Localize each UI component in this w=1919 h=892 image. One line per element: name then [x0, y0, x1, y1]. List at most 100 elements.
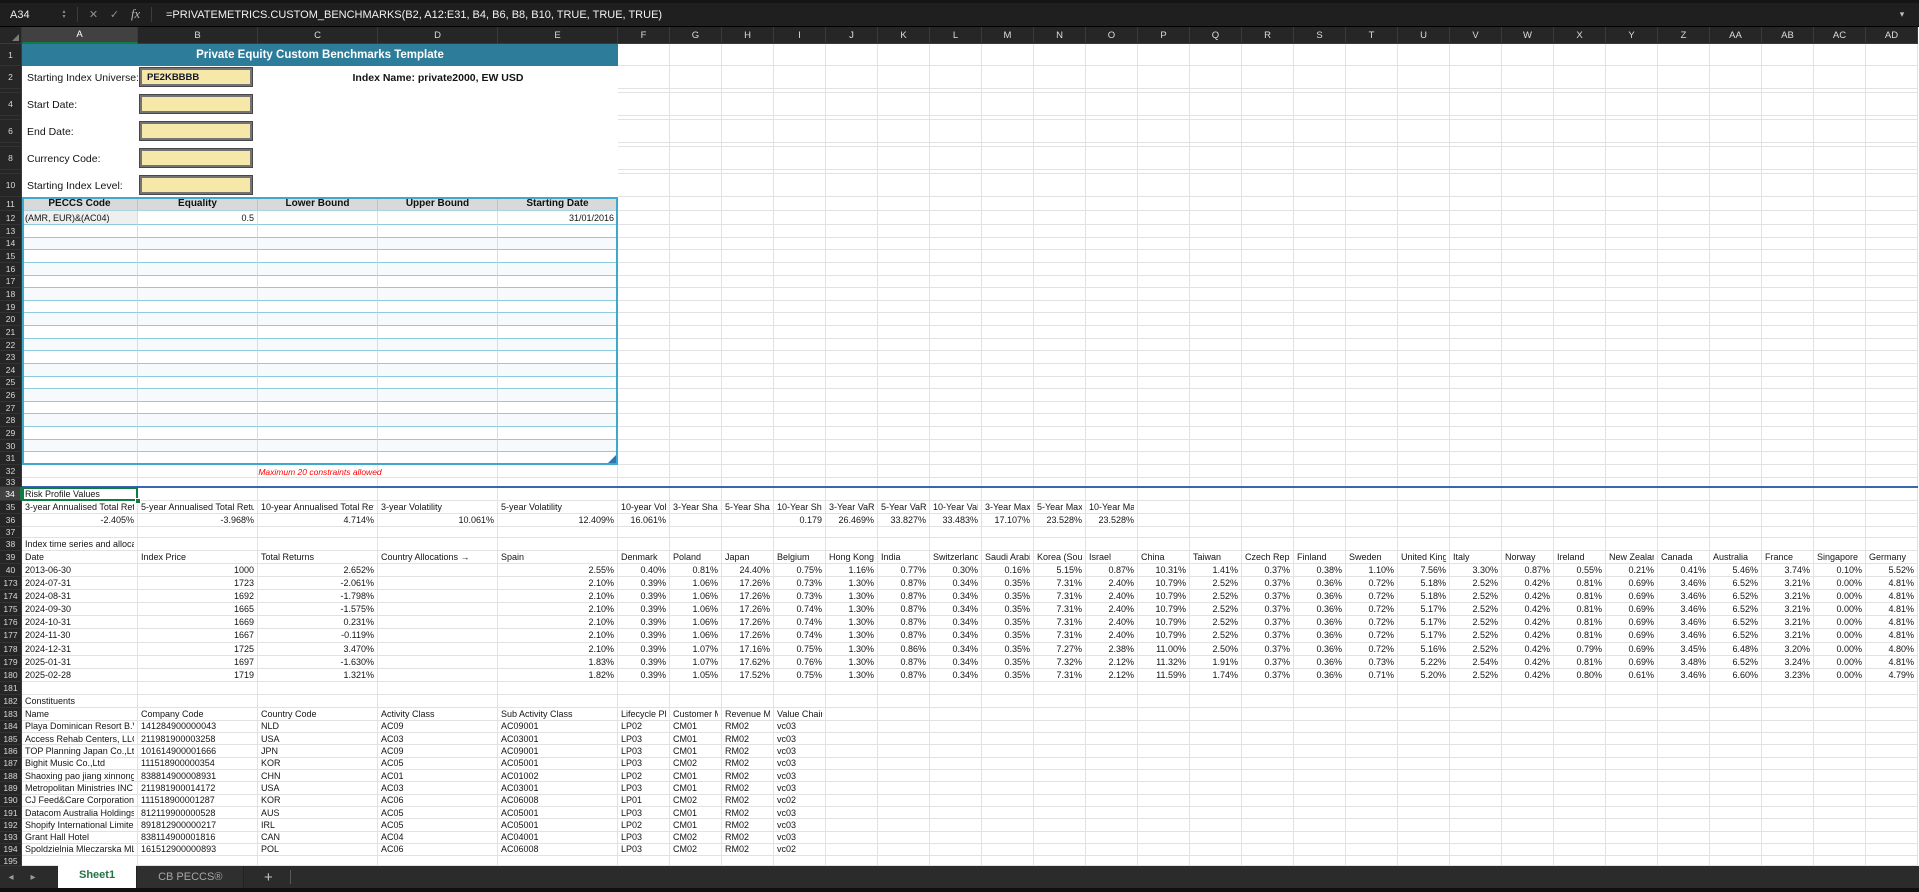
cell[interactable]: [1502, 351, 1554, 364]
cell[interactable]: [826, 487, 878, 501]
cell[interactable]: [826, 66, 878, 89]
ts-allocation-cell[interactable]: 2.40%: [1086, 590, 1138, 603]
row-header-193[interactable]: 193: [0, 832, 22, 844]
cell[interactable]: [1866, 487, 1918, 501]
cell[interactable]: [930, 250, 982, 263]
risk-metric-header[interactable]: 10-Year Max: [1086, 501, 1138, 514]
cell[interactable]: [618, 276, 670, 289]
cell[interactable]: [1190, 487, 1242, 501]
cell[interactable]: [1190, 414, 1242, 427]
cell[interactable]: [1762, 770, 1814, 782]
ts-allocation-cell[interactable]: 0.72%: [1346, 603, 1398, 616]
cell[interactable]: [1710, 250, 1762, 263]
ts-allocation-cell[interactable]: 1.30%: [826, 590, 878, 603]
cell[interactable]: [1606, 487, 1658, 501]
cell[interactable]: [1190, 197, 1242, 211]
cell[interactable]: [1606, 527, 1658, 538]
cell[interactable]: [378, 487, 498, 501]
time-series-header[interactable]: Spain: [498, 551, 618, 564]
cell[interactable]: [1346, 721, 1398, 733]
ts-allocation-cell[interactable]: 0.21%: [1606, 564, 1658, 577]
ts-price-cell[interactable]: 1665: [138, 603, 258, 616]
constituent-cell[interactable]: Shopify International Limited: [22, 819, 138, 831]
cell[interactable]: [1294, 758, 1346, 770]
constituent-column-header[interactable]: Company Code: [138, 708, 258, 721]
cell[interactable]: [1502, 487, 1554, 501]
cell[interactable]: [826, 276, 878, 289]
cell[interactable]: [1658, 301, 1710, 314]
cell[interactable]: [1398, 721, 1450, 733]
constituent-cell[interactable]: LP03: [618, 782, 670, 794]
cell[interactable]: [1554, 745, 1606, 757]
cell[interactable]: [1034, 538, 1086, 551]
row-header-32[interactable]: 32: [0, 465, 22, 478]
cell[interactable]: [1086, 452, 1138, 465]
ts-allocation-cell[interactable]: 0.71%: [1346, 669, 1398, 682]
cell[interactable]: [1554, 501, 1606, 514]
cell[interactable]: [1710, 427, 1762, 440]
ts-allocation-cell[interactable]: 2.52%: [1450, 616, 1502, 629]
cell[interactable]: [1346, 465, 1398, 478]
constraint-cell[interactable]: [138, 225, 258, 238]
cell[interactable]: [1242, 745, 1294, 757]
ts-date-cell[interactable]: 2013-06-30: [22, 564, 138, 577]
enter-icon[interactable]: ✓: [104, 8, 125, 21]
constituent-cell[interactable]: AC03: [378, 733, 498, 745]
cell[interactable]: [1190, 501, 1242, 514]
cell[interactable]: [1502, 147, 1554, 170]
time-series-header[interactable]: New Zealan: [1606, 551, 1658, 564]
constraint-cell[interactable]: [258, 339, 378, 352]
row-header-31[interactable]: 31: [0, 452, 22, 465]
cell[interactable]: [1242, 225, 1294, 238]
cell[interactable]: [1242, 465, 1294, 478]
cell[interactable]: [930, 389, 982, 402]
cell[interactable]: [138, 478, 258, 487]
cell[interactable]: [1658, 93, 1710, 116]
cell[interactable]: [138, 695, 258, 708]
cell[interactable]: [1502, 211, 1554, 225]
cell[interactable]: [1762, 276, 1814, 289]
cell[interactable]: [826, 402, 878, 415]
ts-allocation-cell[interactable]: 0.69%: [1606, 603, 1658, 616]
cell[interactable]: [1606, 770, 1658, 782]
cell[interactable]: [1658, 856, 1710, 866]
ts-allocation-cell[interactable]: 0.00%: [1814, 616, 1866, 629]
cell[interactable]: [670, 93, 722, 116]
column-header-T[interactable]: T: [1346, 27, 1398, 44]
cell[interactable]: [1086, 682, 1138, 695]
cell[interactable]: [982, 44, 1034, 66]
cell[interactable]: [1034, 745, 1086, 757]
cell[interactable]: [1554, 770, 1606, 782]
cell[interactable]: [826, 313, 878, 326]
ts-return-cell[interactable]: -0.119%: [258, 629, 378, 642]
constraint-cell[interactable]: [498, 288, 618, 301]
cell[interactable]: [1814, 402, 1866, 415]
cell[interactable]: [1814, 389, 1866, 402]
ts-allocation-cell[interactable]: 0.74%: [774, 616, 826, 629]
constituent-cell[interactable]: CM02: [670, 758, 722, 770]
ts-allocation-cell[interactable]: 0.37%: [1242, 629, 1294, 642]
cell[interactable]: [878, 832, 930, 844]
cell[interactable]: [982, 487, 1034, 501]
cell[interactable]: [1138, 238, 1190, 251]
ts-allocation-cell[interactable]: 1.30%: [826, 656, 878, 669]
cell[interactable]: [774, 263, 826, 276]
cell[interactable]: [1294, 238, 1346, 251]
ts-allocation-cell[interactable]: 0.37%: [1242, 577, 1294, 590]
row-header-15[interactable]: 15: [0, 250, 22, 263]
ts-allocation-cell[interactable]: 0.69%: [1606, 590, 1658, 603]
cell[interactable]: [1606, 225, 1658, 238]
cell[interactable]: [930, 197, 982, 211]
cell[interactable]: [878, 844, 930, 856]
ts-allocation-cell[interactable]: 0.61%: [1606, 669, 1658, 682]
row-header-29[interactable]: 29: [0, 427, 22, 440]
cell[interactable]: [1034, 93, 1086, 116]
ts-allocation-cell[interactable]: 5.18%: [1398, 577, 1450, 590]
cell[interactable]: [930, 708, 982, 721]
ts-allocation-cell[interactable]: 0.81%: [1554, 629, 1606, 642]
risk-metric-header[interactable]: 3-Year Sharp: [670, 501, 722, 514]
ts-allocation-cell[interactable]: 2.40%: [1086, 616, 1138, 629]
constraint-cell[interactable]: [378, 364, 498, 377]
cell[interactable]: [498, 527, 618, 538]
ts-allocation-cell[interactable]: 3.21%: [1762, 590, 1814, 603]
